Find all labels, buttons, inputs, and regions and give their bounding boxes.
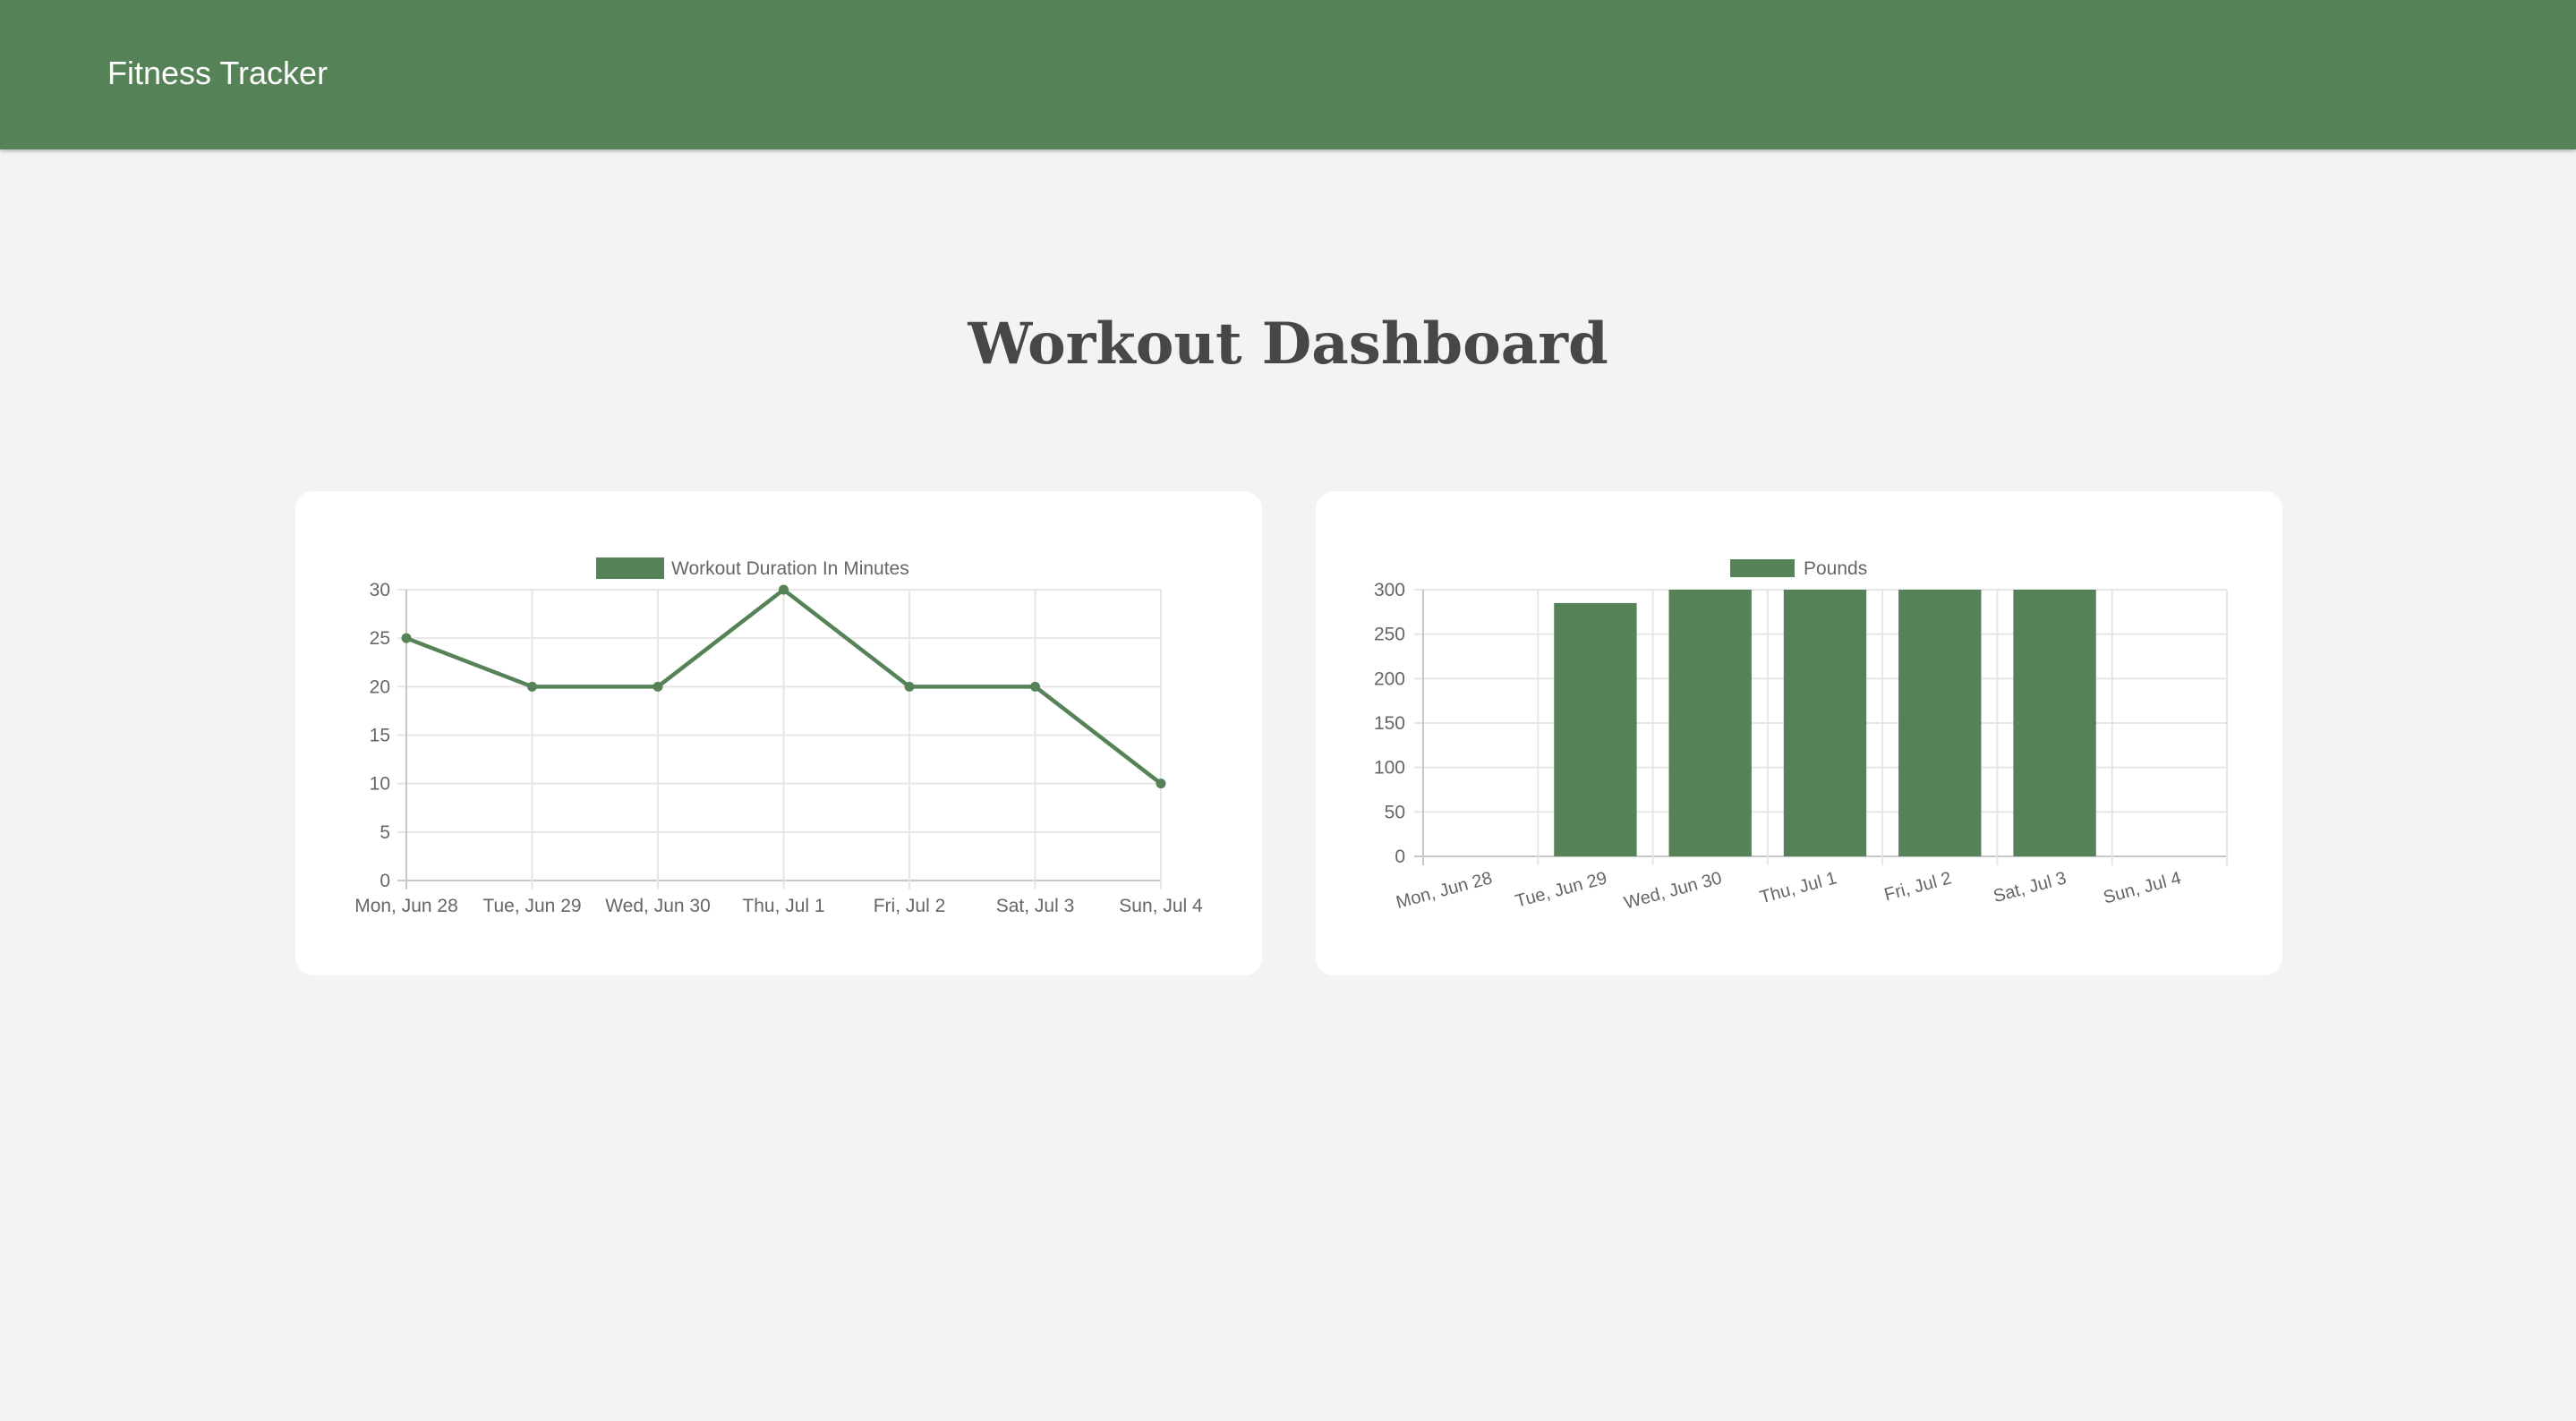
x-tick-label: Sat, Jul 3 — [996, 896, 1075, 916]
y-tick-label: 10 — [370, 774, 390, 795]
duration-line-chart: Workout Duration In Minutes 0 5 10 15 20 25 30 M… — [354, 557, 1203, 916]
legend-swatch — [1730, 559, 1795, 577]
y-tick-label: 100 — [1374, 758, 1405, 779]
x-tick-label: Tue, Jun 29 — [1514, 868, 1609, 911]
x-tick-label: Wed, Jun 30 — [605, 896, 711, 916]
x-tick-label: Fri, Jul 2 — [1882, 868, 1954, 905]
legend-swatch — [596, 557, 664, 579]
data-point — [653, 681, 663, 692]
x-tick-label: Thu, Jul 1 — [742, 896, 824, 916]
y-tick-label: 150 — [1374, 713, 1405, 734]
weight-bar-chart: Pounds 0 50 100 150 200 250 300 Mon, Jun 28 Tue, … — [1374, 558, 2228, 914]
y-tick-label: 0 — [380, 871, 390, 891]
x-tick-label: Thu, Jul 1 — [1758, 868, 1839, 907]
bar — [1783, 590, 1867, 856]
y-tick-label: 250 — [1374, 625, 1405, 645]
data-point — [527, 681, 537, 692]
y-tick-label: 5 — [380, 822, 390, 843]
data-point — [904, 681, 915, 692]
y-tick-label: 25 — [370, 628, 390, 649]
data-point — [1156, 779, 1166, 789]
x-tick-label: Fri, Jul 2 — [874, 896, 946, 916]
y-tick-label: 15 — [370, 726, 390, 746]
duration-chart-card: Workout Duration In Minutes 0 5 10 15 20 25 30 M… — [295, 491, 1262, 975]
bar — [1668, 590, 1752, 856]
y-tick-label: 0 — [1395, 847, 1405, 867]
x-tick-label: Wed, Jun 30 — [1622, 868, 1724, 913]
page-title: Workout Dashboard — [968, 311, 1608, 378]
bar — [2013, 590, 2096, 856]
legend-label: Workout Duration In Minutes — [671, 558, 909, 579]
y-tick-label: 30 — [370, 580, 390, 600]
bar — [1554, 602, 1637, 856]
y-tick-label: 20 — [370, 676, 390, 697]
brand-title[interactable]: Fitness Tracker — [107, 54, 328, 93]
x-tick-label: Sat, Jul 3 — [1992, 868, 2068, 906]
data-point — [401, 633, 412, 643]
y-tick-label: 50 — [1385, 802, 1405, 822]
x-tick-label: Mon, Jun 28 — [1394, 868, 1494, 913]
x-tick-label: Sun, Jul 4 — [1119, 896, 1203, 916]
legend-label: Pounds — [1804, 558, 1867, 579]
x-tick-label: Mon, Jun 28 — [354, 896, 458, 916]
data-point — [1030, 681, 1040, 692]
x-tick-label: Sun, Jul 4 — [2102, 868, 2184, 907]
data-point — [779, 584, 789, 595]
weight-chart-card: Pounds 0 50 100 150 200 250 300 Mon, Jun 28 Tue, … — [1316, 491, 2282, 975]
bar — [1898, 590, 1982, 856]
y-tick-label: 200 — [1374, 668, 1405, 689]
y-tick-label: 300 — [1374, 580, 1405, 600]
x-tick-label: Tue, Jun 29 — [482, 896, 581, 916]
top-navbar: Fitness Tracker — [0, 0, 2576, 149]
